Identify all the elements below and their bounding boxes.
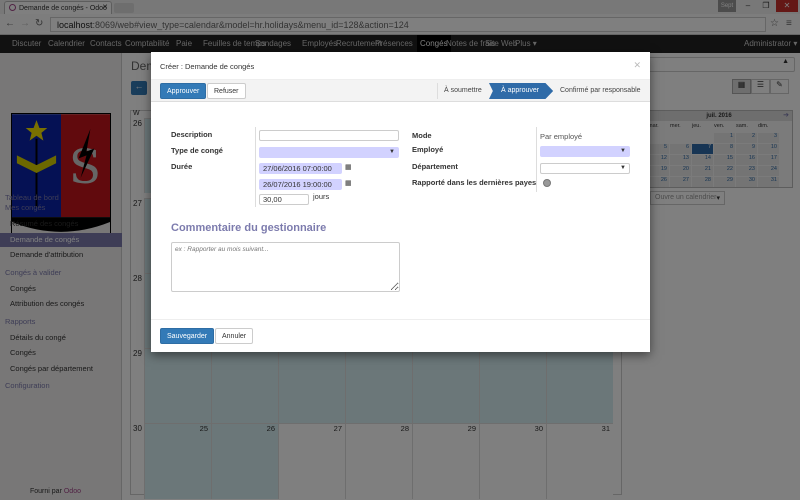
- stage-confirmed[interactable]: Confirmé par responsable: [560, 83, 641, 99]
- employee-label: Employé: [412, 145, 444, 154]
- refuse-button[interactable]: Refuser: [207, 83, 246, 99]
- leave-type-select[interactable]: ▼: [259, 147, 399, 158]
- employee-select[interactable]: ▼: [540, 146, 630, 157]
- department-select[interactable]: ▼: [540, 163, 630, 174]
- calendar-icon[interactable]: ▦: [345, 163, 352, 171]
- approve-button[interactable]: Approuver: [160, 83, 207, 99]
- mode-value: Par employé: [540, 132, 583, 141]
- stage-to-approve[interactable]: À approuver: [489, 83, 554, 99]
- leave-type-label: Type de congé: [171, 146, 223, 155]
- days-input[interactable]: 30,00: [259, 194, 309, 205]
- stage-to-submit[interactable]: À soumettre: [444, 83, 482, 99]
- calendar-icon[interactable]: ▦: [345, 179, 352, 187]
- department-label: Département: [412, 162, 458, 171]
- comment-title: Commentaire du gestionnaire: [171, 222, 327, 234]
- create-leave-dialog: Créer : Demande de congés ✕ Approuver Re…: [151, 52, 650, 352]
- reported-label: Rapporté dans les dernières payes: [412, 178, 537, 187]
- cancel-button[interactable]: Annuler: [215, 328, 254, 344]
- days-unit: jours: [313, 192, 330, 201]
- dialog-title: Créer : Demande de congés: [160, 62, 255, 71]
- close-icon[interactable]: ✕: [633, 60, 641, 71]
- comment-textarea[interactable]: [171, 242, 400, 292]
- description-label: Description: [171, 130, 213, 139]
- save-button[interactable]: Sauvegarder: [160, 328, 215, 344]
- reported-checkbox[interactable]: [543, 179, 551, 187]
- date-to-input[interactable]: 26/07/2016 19:00:00: [259, 179, 342, 190]
- date-from-input[interactable]: 27/06/2016 07:00:00: [259, 163, 342, 174]
- description-input[interactable]: [259, 130, 399, 141]
- mode-label: Mode: [412, 131, 432, 140]
- status-bar: Approuver Refuser À soumettre À approuve…: [151, 80, 650, 102]
- duration-label: Durée: [171, 162, 193, 171]
